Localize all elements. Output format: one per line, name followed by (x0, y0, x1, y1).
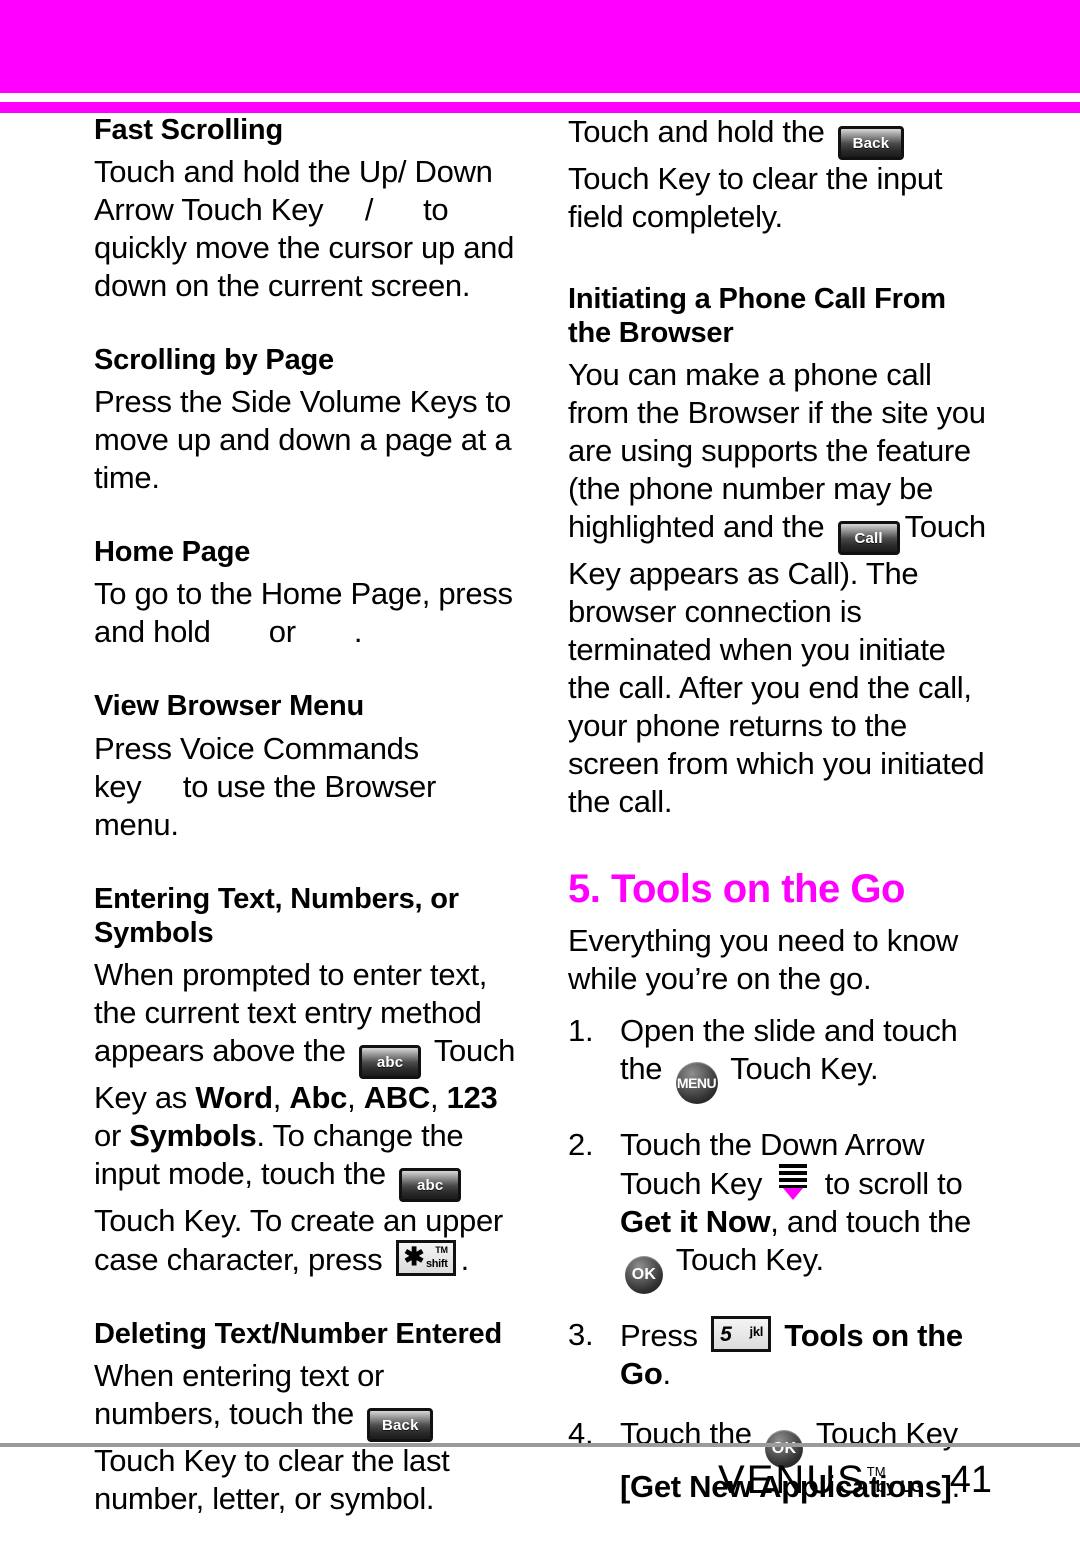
input-mode-word: Word (195, 1079, 273, 1115)
list-item: 1. Open the slide and touch the MENU Touc… (568, 1012, 993, 1104)
abc-key-icon[interactable]: abc (359, 1044, 422, 1079)
heading-deleting-text: Deleting Text/Number Entered (94, 1317, 502, 1350)
text-run: Touch Key appears as Call). The browser … (568, 509, 986, 820)
heading-fast-scrolling: Fast Scrolling (94, 114, 283, 146)
paragraph-scrolling-by-page: Press the Side Volume Keys to move up an… (94, 384, 512, 496)
call-key-icon[interactable]: Call (837, 521, 900, 556)
text-run: When prompted to enter text, the current… (94, 956, 488, 1068)
step-number: 2. (568, 1126, 594, 1162)
down-arrow-icon[interactable] (776, 1163, 810, 1202)
paragraph-view-browser-menu: Press Voice Commands key to use the Brow… (94, 730, 519, 844)
arrow-key-separator: / (364, 192, 374, 228)
text-run: Press (620, 1317, 698, 1353)
input-mode-abc: Abc (289, 1079, 348, 1115)
ok-key-icon[interactable]: OK (625, 1255, 663, 1294)
back-key-icon[interactable]: Back (367, 1407, 434, 1442)
section-clear-input-field: Touch and hold the Back Touch Key to cle… (568, 113, 993, 236)
paragraph-entering-text: When prompted to enter text, the current… (94, 956, 519, 1279)
section-view-browser-menu: View Browser Menu Press Voice Commands k… (94, 689, 519, 843)
text-sep: , (347, 1079, 364, 1115)
page-number: 41 (949, 1459, 992, 1501)
step-number: 3. (568, 1316, 594, 1352)
heading-home-page: Home Page (94, 536, 251, 569)
section-entering-text: Entering Text, Numbers, or Symbols When … (94, 882, 519, 1279)
right-column: Touch and hold the Back Touch Key to cle… (568, 113, 993, 1528)
abc-key-icon[interactable]: abc (399, 1167, 462, 1202)
key-digit: 5 (720, 1322, 732, 1346)
section-fast-scrolling: Fast Scrolling Touch and hold the Up/ Do… (94, 113, 519, 305)
text-sep: , (429, 1079, 447, 1115)
text-run: Touch Key. (675, 1241, 824, 1277)
input-mode-symbols: Symbols (129, 1117, 257, 1153)
brand-by-lg: by LG (875, 1477, 924, 1496)
chapter-heading-tools-on-the-go: 5. Tools on the Go (568, 867, 905, 912)
footer-divider (0, 1443, 1080, 1447)
input-mode-123: 123 (446, 1079, 498, 1115)
heading-view-browser-menu: View Browser Menu (94, 690, 365, 723)
key-letters: jkl (749, 1323, 764, 1339)
back-key-icon[interactable]: Back (837, 126, 904, 160)
shift-key-label: shift (425, 1257, 448, 1270)
text-run: Touch Key to clear the input field compl… (568, 161, 943, 234)
section-tools-on-the-go: 5. Tools on the Go Everything you need t… (568, 867, 993, 1506)
list-item: 2. Touch the Down Arrow Touch Key to scro… (568, 1126, 993, 1294)
key-placeholder-or: or (268, 614, 296, 650)
paragraph-tools-intro: Everything you need to know while you’re… (568, 922, 958, 996)
brand-name: VENUS (717, 1458, 866, 1502)
page-body: Fast Scrolling Touch and hold the Up/ Do… (0, 113, 1080, 1516)
text-run: to use the Browser menu. (94, 768, 436, 842)
brand-logo: VENUSTMby LG (718, 1458, 924, 1503)
tools-steps-list: 1. Open the slide and touch the MENU Touc… (568, 1012, 993, 1506)
text-run: To go to the Home Page, press and hold (94, 576, 513, 650)
input-mode-abc-upper: ABC (363, 1079, 431, 1115)
heading-entering-text: Entering Text, Numbers, or Symbols (94, 882, 459, 949)
shift-key-icon[interactable]: ✱ TM shift (395, 1239, 456, 1276)
number-key-5-icon[interactable]: 5 jkl (711, 1315, 772, 1352)
down-arrow-bars (779, 1163, 808, 1188)
header-color-band (0, 0, 1080, 93)
page-footer: VENUSTMby LG 41 (0, 1458, 1080, 1518)
asterisk-glyph: ✱ (403, 1242, 425, 1271)
text-sep: or (94, 1117, 130, 1153)
menu-target-get-it-now: Get it Now (620, 1203, 771, 1239)
section-home-page: Home Page To go to the Home Page, press … (94, 535, 519, 651)
step-number: 1. (568, 1012, 594, 1048)
text-sep: , (272, 1079, 290, 1115)
text-run: to scroll to (824, 1165, 963, 1201)
text-run: . (353, 614, 363, 650)
down-arrow-chevron (783, 1187, 804, 1200)
heading-scrolling-by-page: Scrolling by Page (94, 344, 334, 377)
text-run: . (662, 1355, 671, 1391)
shift-key-tm-label: TM (435, 1244, 448, 1255)
paragraph-fast-scrolling: Touch and hold the Up/ Down Arrow Touch … (94, 153, 519, 305)
text-run: Touch Key. (730, 1050, 879, 1086)
paragraph-home-page: To go to the Home Page, press and hold o… (94, 575, 519, 651)
section-scrolling-by-page: Scrolling by Page Press the Side Volume … (94, 343, 519, 497)
left-column: Fast Scrolling Touch and hold the Up/ Do… (94, 113, 519, 1556)
menu-key-icon[interactable]: MENU (675, 1061, 718, 1104)
paragraph-clear-input-field: Touch and hold the Back Touch Key to cle… (568, 113, 993, 236)
section-initiating-call: Initiating a Phone Call From the Browser… (568, 282, 993, 821)
text-run: , and touch the (770, 1203, 971, 1239)
text-run: Touch and hold the (568, 114, 825, 149)
heading-initiating-call: Initiating a Phone Call From the Browser (568, 282, 946, 350)
paragraph-initiating-call: You can make a phone call from the Brows… (568, 356, 993, 821)
text-run: . (460, 1241, 470, 1277)
list-item: 3. Press 5 jkl Tools on the Go. (568, 1315, 993, 1393)
text-run: When entering text or numbers, touch the (94, 1357, 385, 1431)
header-accent-rule (0, 102, 1080, 113)
